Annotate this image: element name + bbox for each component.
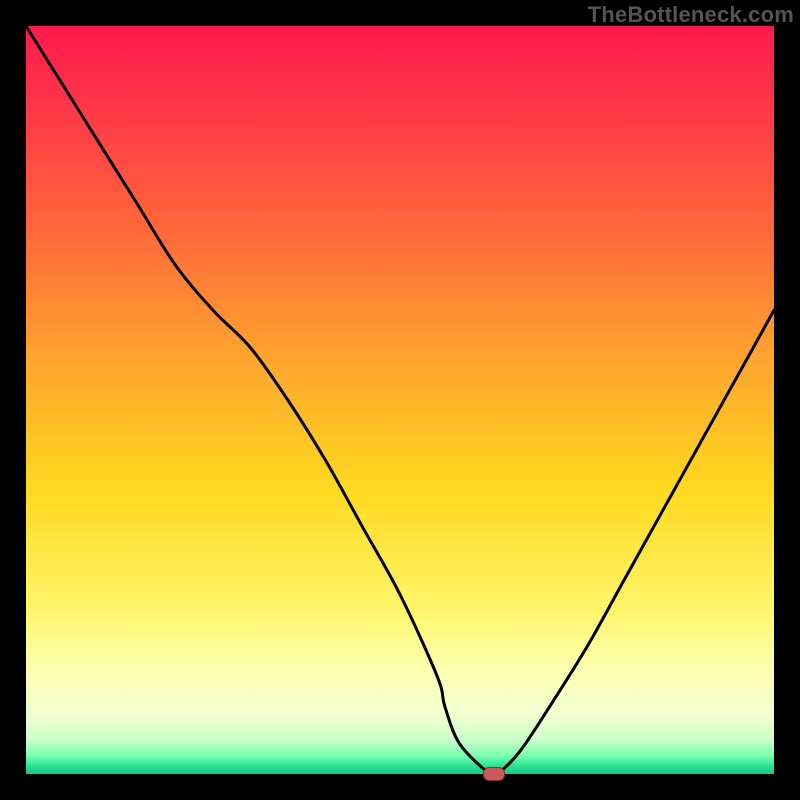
optimal-marker: [483, 767, 505, 781]
chart-frame: TheBottleneck.com: [0, 0, 800, 800]
watermark-text: TheBottleneck.com: [588, 2, 794, 28]
plot-area: [26, 26, 774, 774]
bottleneck-curve: [26, 26, 774, 774]
